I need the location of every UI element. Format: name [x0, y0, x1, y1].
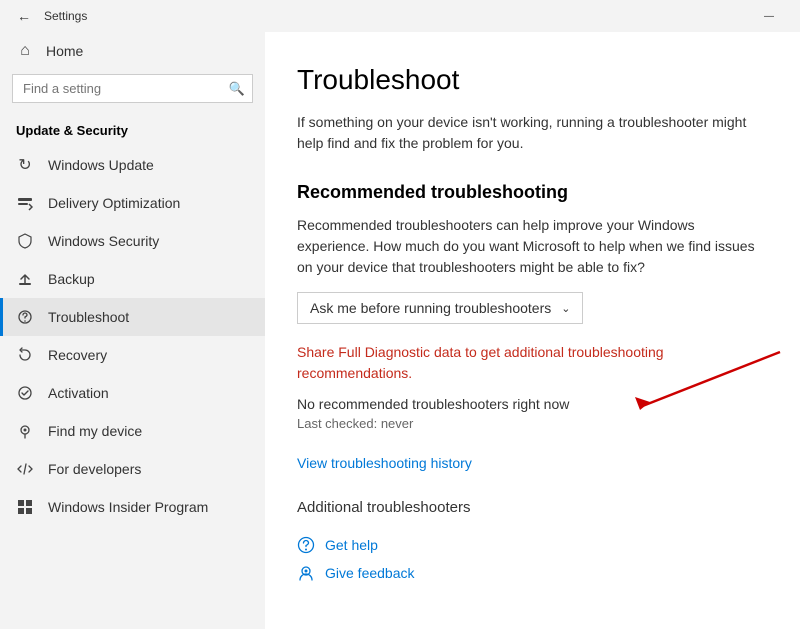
sidebar-item-label: Backup	[48, 271, 95, 287]
content-intro: If something on your device isn't workin…	[297, 112, 760, 154]
home-icon: ⌂	[16, 42, 34, 60]
get-help-label: Get help	[325, 537, 378, 553]
sidebar-item-label: For developers	[48, 461, 141, 477]
titlebar: ← Settings —	[0, 0, 800, 32]
get-help-link[interactable]: Get help	[297, 536, 760, 554]
chevron-down-icon: ⌄	[561, 302, 570, 315]
sidebar-item-for-developers[interactable]: For developers	[0, 450, 265, 488]
back-button[interactable]: ←	[12, 4, 36, 28]
recommended-desc: Recommended troubleshooters can help imp…	[297, 215, 760, 278]
backup-icon	[16, 270, 34, 288]
windows-update-icon: ↻	[16, 156, 34, 174]
home-label: Home	[46, 43, 83, 59]
view-history-link[interactable]: View troubleshooting history	[297, 455, 760, 471]
sidebar-item-label: Windows Security	[48, 233, 159, 249]
sidebar-item-find-my-device[interactable]: Find my device	[0, 412, 265, 450]
sidebar-item-label: Windows Insider Program	[48, 499, 208, 515]
sidebar-item-windows-insider[interactable]: Windows Insider Program	[0, 488, 265, 526]
give-feedback-link[interactable]: Give feedback	[297, 564, 760, 582]
search-icon: 🔍	[229, 81, 245, 97]
sidebar-item-label: Windows Update	[48, 157, 154, 173]
sidebar-item-label: Delivery Optimization	[48, 195, 180, 211]
dropdown-label: Ask me before running troubleshooters	[310, 300, 551, 316]
sidebar-item-label: Activation	[48, 385, 109, 401]
titlebar-left: ← Settings	[12, 4, 87, 28]
recovery-icon	[16, 346, 34, 364]
give-feedback-icon	[297, 564, 315, 582]
sidebar-item-delivery-optimization[interactable]: Delivery Optimization	[0, 184, 265, 222]
sidebar-item-backup[interactable]: Backup	[0, 260, 265, 298]
sidebar-item-recovery[interactable]: Recovery	[0, 336, 265, 374]
troubleshoot-dropdown[interactable]: Ask me before running troubleshooters ⌄	[297, 292, 583, 324]
content-area: Troubleshoot If something on your device…	[265, 32, 800, 629]
troubleshoot-icon	[16, 308, 34, 326]
sidebar-item-windows-update[interactable]: ↻ Windows Update	[0, 146, 265, 184]
titlebar-title: Settings	[44, 9, 87, 23]
sidebar-item-troubleshoot[interactable]: Troubleshoot	[0, 298, 265, 336]
for-developers-icon	[16, 460, 34, 478]
sidebar-item-windows-security[interactable]: Windows Security	[0, 222, 265, 260]
windows-security-icon	[16, 232, 34, 250]
get-help-icon	[297, 536, 315, 554]
main-container: ⌂ Home 🔍 Update & Security ↻ Windows Upd…	[0, 32, 800, 629]
sidebar-item-home[interactable]: ⌂ Home	[0, 32, 265, 70]
give-feedback-label: Give feedback	[325, 565, 415, 581]
sidebar-item-activation[interactable]: Activation	[0, 374, 265, 412]
additional-troubleshooters-heading: Additional troubleshooters	[297, 499, 760, 516]
delivery-optimization-icon	[16, 194, 34, 212]
titlebar-controls: —	[746, 0, 792, 32]
recommended-heading: Recommended troubleshooting	[297, 182, 760, 203]
windows-insider-icon	[16, 498, 34, 516]
page-title: Troubleshoot	[297, 64, 760, 96]
last-checked-text: Last checked: never	[297, 416, 760, 431]
share-diagnostic-link[interactable]: Share Full Diagnostic data to get additi…	[297, 342, 760, 384]
find-my-device-icon	[16, 422, 34, 440]
sidebar-section-title: Update & Security	[0, 115, 265, 146]
sidebar-item-label: Recovery	[48, 347, 107, 363]
no-troubleshooters-text: No recommended troubleshooters right now	[297, 396, 760, 412]
activation-icon	[16, 384, 34, 402]
sidebar: ⌂ Home 🔍 Update & Security ↻ Windows Upd…	[0, 32, 265, 629]
sidebar-item-label: Find my device	[48, 423, 142, 439]
sidebar-item-label: Troubleshoot	[48, 309, 129, 325]
sidebar-search: 🔍	[12, 74, 253, 103]
search-input[interactable]	[12, 74, 253, 103]
minimize-button[interactable]: —	[746, 0, 792, 32]
